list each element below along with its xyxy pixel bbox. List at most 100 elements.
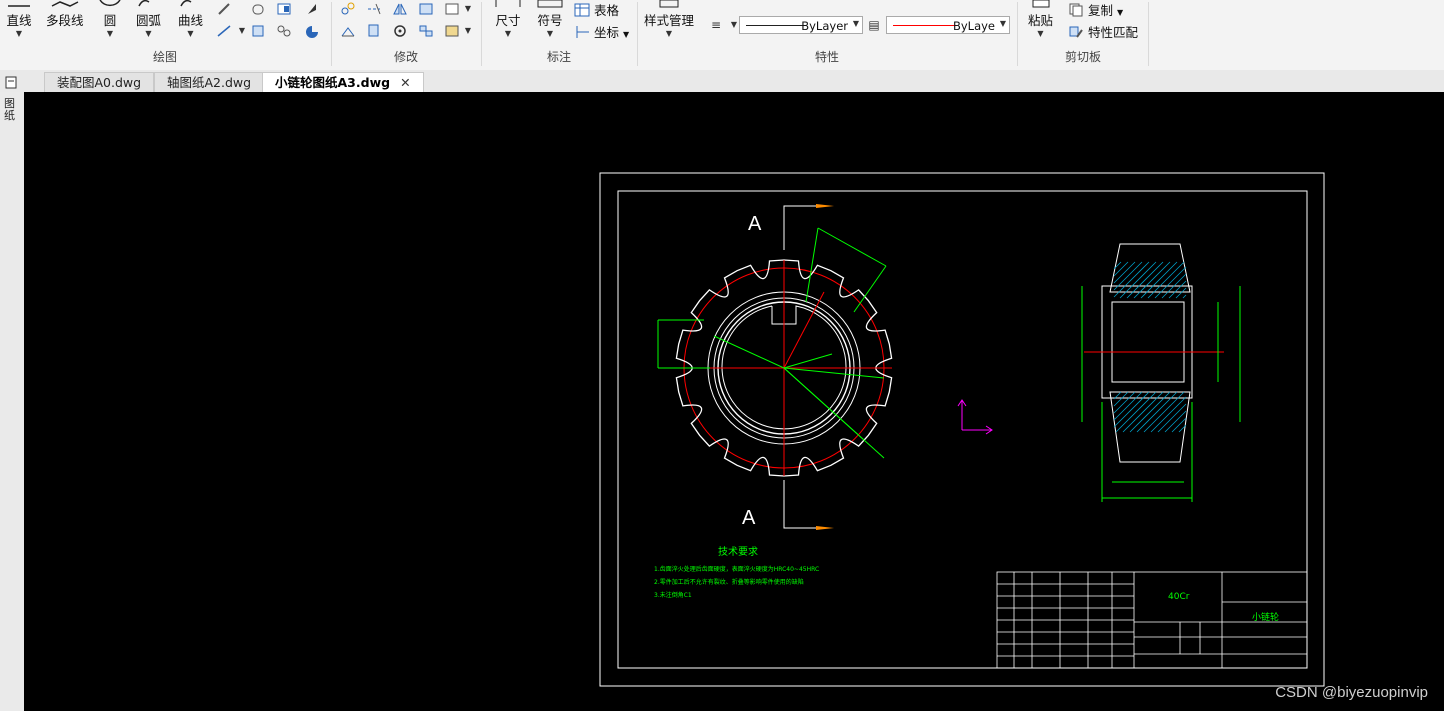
properties-edit-icon[interactable] (444, 24, 460, 38)
line-button[interactable]: 直线 ▼ (6, 5, 32, 38)
properties-panel: 样式管理 ▼ ≡ ▼ ByLayer ▼ ▤ ByLaye ▼ 特性 (638, 0, 1016, 70)
part-name-label: 小链轮 (1252, 611, 1279, 623)
section-cut-line-bottom (783, 480, 824, 529)
linetype-select[interactable]: ByLayer ▼ (739, 16, 863, 34)
match-properties-button[interactable]: 特性匹配 (1068, 22, 1138, 41)
document-tab-bar: 装配图A0.dwg 轴图纸A2.dwg 小链轮图纸A3.dwg ✕ (0, 70, 1444, 93)
hatch-line (1171, 417, 1187, 433)
modify-panel: ▼ ▼ 修改 (332, 0, 480, 70)
dimension-line (783, 367, 885, 459)
chevron-down-icon: ▼ (106, 29, 114, 38)
table-icon (574, 3, 590, 17)
array-icon[interactable] (418, 24, 434, 38)
table-label: 表格 (593, 3, 619, 18)
tab-menu-icon[interactable] (4, 74, 20, 90)
block-insert-icon[interactable] (276, 2, 292, 16)
mirror-icon[interactable] (392, 2, 408, 16)
pointer-icon[interactable] (304, 2, 320, 16)
ribbon-toolbar: 直线 ▼ 多段线 圆 ▼ 圆弧 ▼ 曲线 ▼ ▼ 绘图 ▼ ▼ 修改 尺寸 ▼ … (0, 0, 1444, 71)
section-label-bottom: A (742, 507, 756, 529)
chevron-down-icon: ▼ (999, 19, 1006, 28)
chevron-down-icon[interactable]: ▼ (460, 2, 476, 16)
section-label-top: A (748, 213, 762, 235)
hatch-line (1113, 391, 1129, 407)
line-icon (8, 5, 30, 7)
match-properties-icon (1069, 26, 1083, 38)
chevron-down-icon[interactable]: ▼ (460, 24, 476, 38)
polyline-button[interactable]: 多段线 (46, 1, 84, 29)
copy-label: 复制 (1087, 3, 1113, 18)
table-button[interactable]: 表格 (574, 0, 619, 19)
copy-objects-icon[interactable] (366, 24, 382, 38)
erase-icon[interactable] (444, 2, 460, 16)
coordinate-button[interactable]: 坐标 ▼ (574, 22, 629, 41)
panel-divider (1148, 2, 1149, 66)
move-icon[interactable] (340, 2, 356, 16)
hatch-line (1154, 266, 1187, 299)
circle-button[interactable]: 圆 ▼ (98, 0, 122, 38)
annotate-panel: 尺寸 ▼ 符号 ▼ 表格 坐标 ▼ 标注 (482, 0, 636, 70)
revision-cloud-icon[interactable] (250, 2, 266, 16)
properties-panel-title: 特性 (814, 50, 839, 64)
chevron-down-icon: ▼ (546, 29, 554, 38)
tab-shaft-drawing[interactable]: 轴图纸A2.dwg (154, 72, 265, 92)
hatch-line (1113, 391, 1150, 428)
close-icon[interactable]: ✕ (400, 75, 410, 90)
arc-button[interactable]: 圆弧 ▼ (136, 0, 162, 38)
boundary-icon[interactable] (250, 24, 266, 38)
arc-label: 圆弧 (136, 13, 162, 28)
dimension-button[interactable]: 尺寸 ▼ (494, 0, 522, 38)
symbol-label: 符号 (537, 13, 563, 28)
hatch-line (1113, 391, 1143, 421)
tab-label: 轴图纸A2.dwg (167, 75, 252, 90)
tab-sprocket-drawing[interactable]: 小链轮图纸A3.dwg ✕ (262, 72, 424, 92)
construction-line-icon[interactable] (216, 24, 232, 38)
color-select[interactable]: ByLaye ▼ (886, 16, 1010, 34)
left-side-panel: 图纸 (0, 92, 25, 711)
region-icon[interactable] (304, 24, 320, 38)
paste-icon (1032, 0, 1049, 8)
chevron-down-icon: ▼ (187, 29, 194, 38)
linetype-value: ByLayer (801, 19, 848, 33)
draw-panel-title: 绘图 (152, 50, 177, 64)
section-hatch (1113, 261, 1187, 433)
pen-icon[interactable] (216, 2, 232, 16)
tab-label: 装配图A0.dwg (57, 75, 142, 90)
hatch-line (1119, 261, 1157, 299)
hatch-line (1140, 261, 1178, 299)
sprocket-front-view (657, 227, 893, 477)
style-manager-button[interactable]: 样式管理 ▼ (644, 0, 694, 38)
dimension-line (783, 353, 833, 369)
group-icon[interactable] (276, 24, 292, 38)
linetype-scale-icon[interactable]: ▤ (866, 18, 882, 32)
dimension-line (853, 265, 887, 313)
chevron-down-icon: ▼ (145, 29, 152, 38)
trim-icon[interactable] (366, 2, 382, 16)
left-panel-label[interactable]: 图纸 (4, 98, 18, 122)
paste-button[interactable]: 粘贴 ▼ (1028, 0, 1053, 38)
rotate-icon[interactable] (392, 24, 408, 38)
section-body (1101, 285, 1193, 399)
hatch-line (1168, 280, 1187, 299)
polyline-label: 多段线 (46, 13, 84, 28)
tab-label: 小链轮图纸A3.dwg (275, 75, 391, 90)
stretch-icon[interactable] (340, 24, 356, 38)
lineweight-icon[interactable]: ≡ (708, 18, 724, 32)
material-label: 40Cr (1168, 592, 1190, 602)
symbol-button[interactable]: 符号 ▼ (536, 0, 564, 38)
dimension-line (713, 335, 785, 369)
drawing-canvas[interactable]: A A 技术要求 1.齿面淬火处理后齿面硬度，表面淬火硬度为HRC40~45HR… (24, 92, 1444, 711)
offset-icon[interactable] (418, 2, 434, 16)
polyline-icon (51, 1, 79, 7)
chevron-down-icon: ▼ (15, 29, 23, 38)
tab-assembly-drawing[interactable]: 装配图A0.dwg (44, 72, 155, 92)
center-line-diagonal (783, 291, 825, 369)
coordinate-icon (576, 26, 589, 38)
clipboard-panel-title: 剪切板 (1064, 50, 1101, 64)
tech-req-line: 1.齿面淬火处理后齿面硬度，表面淬火硬度为HRC40~45HRC (654, 565, 819, 573)
chevron-down-icon[interactable]: ▼ (234, 24, 250, 38)
chevron-down-icon: ▼ (1116, 8, 1124, 17)
copy-icon (1069, 3, 1083, 17)
copy-button[interactable]: 复制 ▼ (1068, 0, 1123, 19)
curve-button[interactable]: 曲线 ▼ (178, 0, 203, 38)
